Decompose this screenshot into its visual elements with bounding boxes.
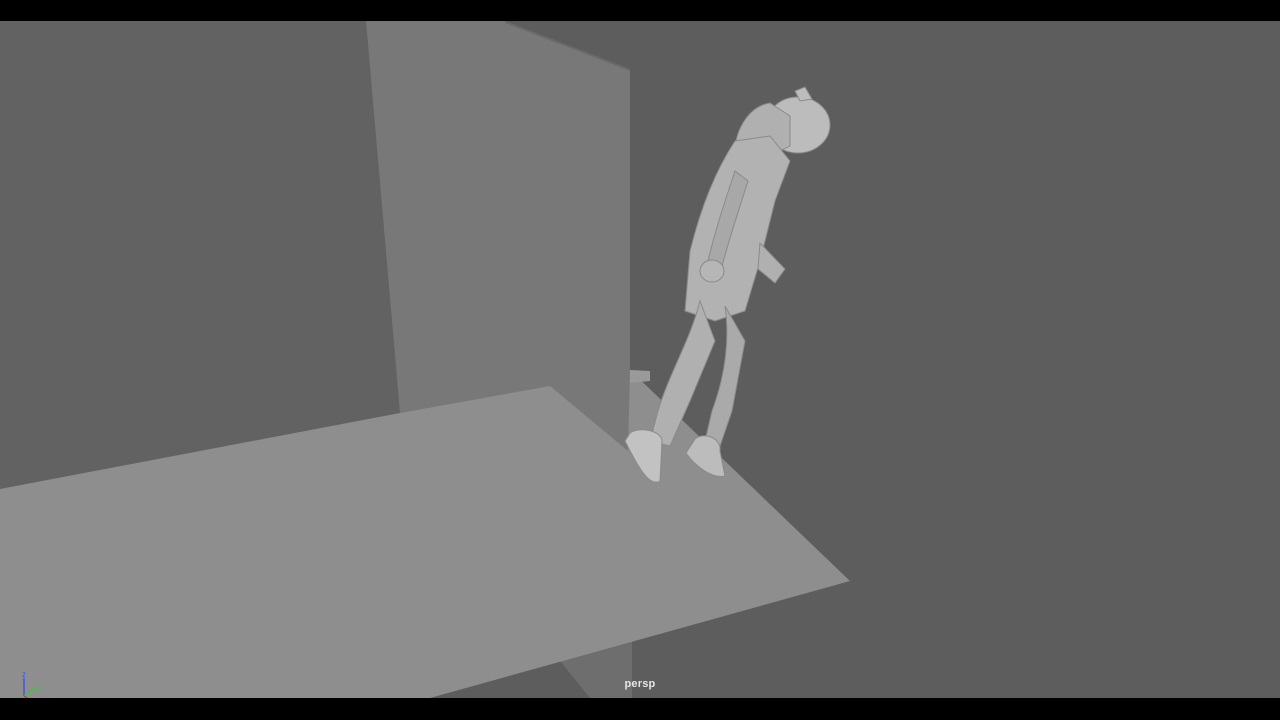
- camera-name-label: persp: [624, 678, 656, 690]
- back-wall[interactable]: [0, 21, 400, 489]
- character-other-hand: [757, 241, 786, 284]
- front-wall[interactable]: [366, 21, 630, 459]
- character-torso: [684, 135, 791, 322]
- hooded-character[interactable]: [624, 86, 831, 483]
- character-hand: [699, 259, 725, 283]
- platform-ledge: [630, 370, 650, 383]
- 3d-viewport[interactable]: z y: [0, 21, 1280, 698]
- x-axis-line: [23, 695, 29, 698]
- scene-canvas[interactable]: [0, 21, 1280, 698]
- character-leg-right: [704, 305, 746, 447]
- app-window: z y persp: [0, 0, 1280, 720]
